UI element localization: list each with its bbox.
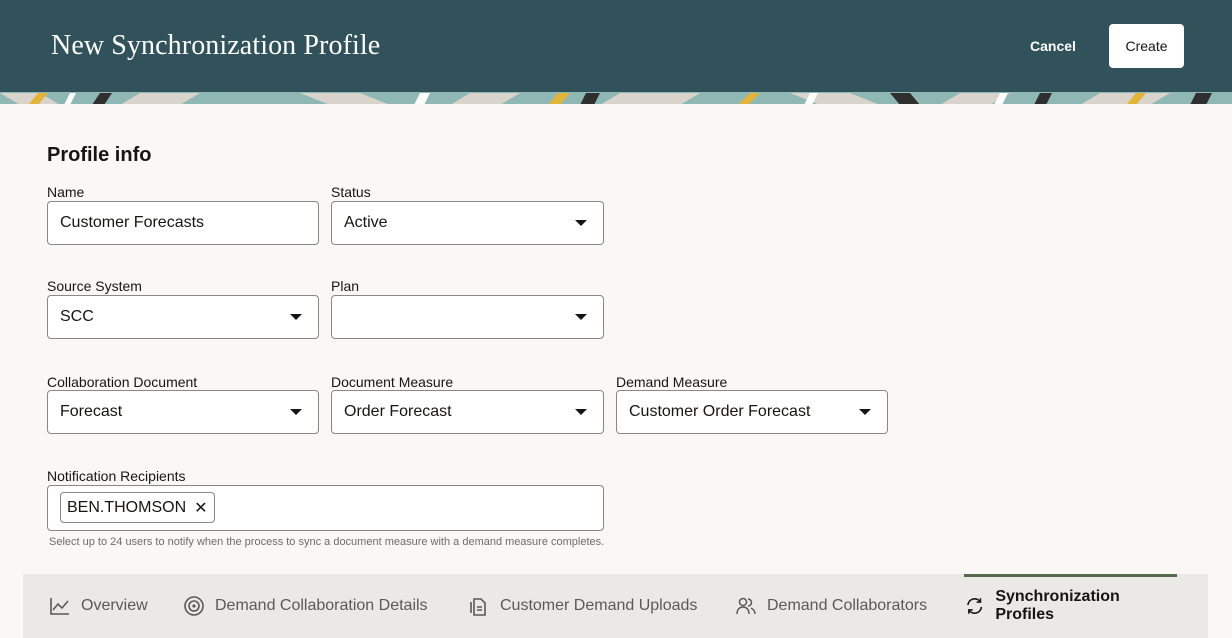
line-chart-icon — [50, 598, 69, 615]
tab-customer-demand-uploads-label: Customer Demand Uploads — [500, 597, 698, 614]
recipient-chip: BEN.THOMSON ✕ — [60, 492, 215, 523]
tab-demand-collaborators[interactable]: Demand Collaborators — [735, 574, 927, 638]
create-button[interactable]: Create — [1109, 24, 1184, 68]
cancel-button[interactable]: Cancel — [1030, 38, 1076, 54]
source-system-label: Source System — [47, 278, 142, 294]
notification-helper-text: Select up to 24 users to notify when the… — [49, 536, 605, 548]
banner-pattern — [0, 93, 1232, 104]
status-label: Status — [331, 184, 371, 200]
status-select[interactable]: Active — [331, 201, 604, 245]
caret-down-icon — [290, 409, 302, 415]
document-measure-select[interactable]: Order Forecast — [331, 390, 604, 434]
target-icon — [184, 596, 204, 616]
demand-measure-label: Demand Measure — [616, 374, 728, 390]
source-system-value: SCC — [60, 308, 94, 325]
plan-label: Plan — [331, 278, 360, 294]
demand-measure-value: Customer Order Forecast — [629, 403, 811, 420]
page-title: New Synchronization Profile — [51, 30, 381, 61]
main-content: Profile info Name Customer Forecasts Sta… — [0, 104, 1232, 574]
sync-icon — [967, 598, 983, 614]
caret-down-icon — [290, 314, 302, 320]
caret-down-icon — [575, 409, 587, 415]
name-value: Customer Forecasts — [60, 214, 205, 231]
collaboration-document-select[interactable]: Forecast — [47, 390, 319, 434]
tab-overview[interactable]: Overview — [49, 574, 148, 638]
caret-down-icon — [575, 220, 587, 226]
notification-recipients-label: Notification Recipients — [47, 468, 186, 484]
tab-synchronization-profiles-label: Synchronization Profiles — [995, 588, 1120, 623]
tab-demand-collaboration-details-label: Demand Collaboration Details — [215, 597, 428, 614]
section-title: Profile info — [47, 144, 152, 166]
tab-demand-collaborators-label: Demand Collaborators — [767, 597, 928, 614]
caret-down-icon — [575, 314, 587, 320]
users-icon — [736, 597, 756, 615]
document-measure-label: Document Measure — [331, 374, 454, 390]
collaboration-document-value: Forecast — [60, 403, 123, 420]
name-input[interactable]: Customer Forecasts — [47, 201, 319, 245]
name-label: Name — [47, 184, 85, 200]
tab-overview-label: Overview — [81, 597, 148, 614]
source-system-select[interactable]: SCC — [47, 295, 319, 339]
tab-demand-collaboration-details[interactable]: Demand Collaboration Details — [183, 574, 428, 638]
status-value: Active — [344, 214, 388, 231]
remove-chip-icon[interactable]: ✕ — [194, 498, 207, 518]
collaboration-document-label: Collaboration Document — [47, 374, 198, 390]
recipient-chip-label: BEN.THOMSON — [67, 498, 187, 516]
decorative-banner — [0, 92, 1232, 104]
tab-synchronization-profiles[interactable]: Synchronization Profiles — [964, 574, 1177, 638]
page-header: New Synchronization Profile Cancel Creat… — [0, 0, 1232, 92]
notification-recipients-input[interactable]: BEN.THOMSON ✕ — [47, 485, 604, 531]
document-icon — [470, 598, 486, 616]
document-measure-value: Order Forecast — [344, 403, 452, 420]
demand-measure-select[interactable]: Customer Order Forecast — [616, 390, 888, 434]
plan-select[interactable] — [331, 295, 604, 339]
bottom-tab-bar: Overview Demand Collaboration Details Cu… — [23, 574, 1208, 638]
caret-down-icon — [859, 409, 871, 415]
tab-customer-demand-uploads[interactable]: Customer Demand Uploads — [468, 574, 697, 638]
